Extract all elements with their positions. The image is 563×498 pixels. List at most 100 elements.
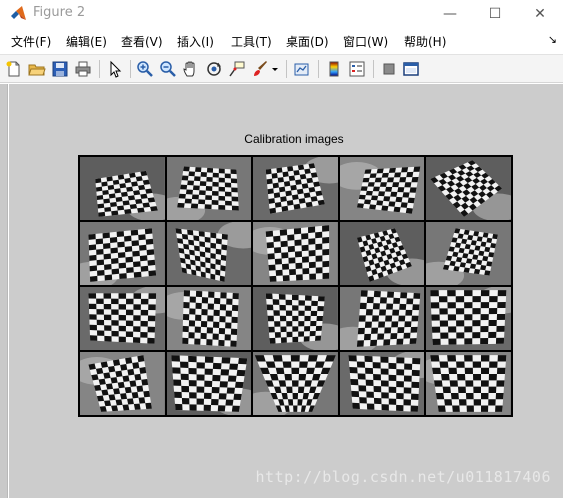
minimize-button[interactable]: — xyxy=(428,0,472,27)
calibration-image-thumbnail xyxy=(80,222,165,285)
checkerboard-image xyxy=(426,352,511,415)
minimize-icon: — xyxy=(443,5,457,22)
calibration-image-thumbnail xyxy=(426,222,511,285)
menu-window[interactable]: 窗口(W) xyxy=(343,33,388,50)
hide-plot-tools-icon xyxy=(383,63,395,75)
zoom-in-icon xyxy=(137,61,153,77)
save-button[interactable] xyxy=(49,58,71,80)
toolbar-separator xyxy=(130,60,131,78)
brush-dropdown-icon xyxy=(272,68,278,71)
matlab-logo-icon xyxy=(11,6,26,20)
open-file-button[interactable] xyxy=(26,58,48,80)
calibration-image-thumbnail xyxy=(426,157,511,220)
brush-dropdown-button[interactable] xyxy=(269,58,281,80)
menu-overflow-arrow-icon[interactable]: ↘ xyxy=(548,33,557,46)
checkerboard-image xyxy=(339,222,425,285)
watermark: http://blog.csdn.net/u011817406 xyxy=(255,468,551,486)
checkerboard-image xyxy=(166,222,252,285)
calibration-image-mosaic xyxy=(78,155,513,417)
calibration-image-thumbnail xyxy=(166,352,252,415)
data-cursor-icon xyxy=(229,61,245,77)
calibration-image-thumbnail xyxy=(253,157,338,220)
calibration-image-thumbnail xyxy=(339,352,425,415)
checkerboard-image xyxy=(80,222,165,285)
menu-bar: 文件(F) 编辑(E) 查看(V) 插入(I) 工具(T) 桌面(D) 窗口(W… xyxy=(0,30,563,52)
checkerboard-image xyxy=(80,352,165,415)
menu-view[interactable]: 查看(V) xyxy=(121,33,163,50)
legend-button[interactable] xyxy=(346,58,368,80)
figure-canvas: Calibration images http://blog.csdn.net/… xyxy=(9,84,563,498)
checkerboard-image xyxy=(253,157,338,220)
close-icon: ✕ xyxy=(534,5,546,22)
close-button[interactable]: ✕ xyxy=(518,0,562,27)
menu-tools[interactable]: 工具(T) xyxy=(231,33,272,50)
calibration-image-thumbnail xyxy=(253,287,338,350)
window-title: Figure 2 xyxy=(33,5,86,20)
zoom-out-button[interactable] xyxy=(157,58,179,80)
checkerboard-image xyxy=(80,287,165,350)
new-figure-icon xyxy=(6,61,20,77)
calibration-image-thumbnail xyxy=(339,287,425,350)
checkerboard-image xyxy=(339,157,425,220)
print-icon xyxy=(75,61,91,77)
menu-desktop[interactable]: 桌面(D) xyxy=(286,33,329,50)
calibration-image-thumbnail xyxy=(166,157,252,220)
open-file-icon xyxy=(28,64,46,76)
legend-icon xyxy=(349,61,365,77)
maximize-button[interactable]: ☐ xyxy=(473,0,517,27)
menu-file[interactable]: 文件(F) xyxy=(11,33,51,50)
link-plot-icon xyxy=(294,63,309,76)
colorbar-button[interactable] xyxy=(323,58,345,80)
checkerboard-image xyxy=(166,287,252,350)
checkerboard-image xyxy=(253,222,338,285)
calibration-image-thumbnail xyxy=(80,352,165,415)
show-plot-tools-icon xyxy=(403,62,419,76)
toolbar-separator xyxy=(286,60,287,78)
menu-help[interactable]: 帮助(H) xyxy=(404,33,446,50)
title-bar: Figure 2 — ☐ ✕ xyxy=(0,0,563,27)
menu-insert[interactable]: 插入(I) xyxy=(177,33,214,50)
edit-plot-button[interactable] xyxy=(104,58,126,80)
print-button[interactable] xyxy=(72,58,94,80)
pan-button[interactable] xyxy=(180,58,202,80)
brush-button[interactable] xyxy=(249,58,271,80)
calibration-image-thumbnail xyxy=(253,352,338,415)
link-plot-button[interactable] xyxy=(291,58,313,80)
figure-window: Figure 2 — ☐ ✕ 文件(F) 编辑(E) 查看(V) 插入(I) 工… xyxy=(0,0,563,498)
checkerboard-image xyxy=(426,287,511,350)
checkerboard-image xyxy=(339,352,425,415)
checkerboard-image xyxy=(80,157,165,220)
toolbar-separator xyxy=(99,60,100,78)
figure-toolbar xyxy=(0,54,563,83)
maximize-icon: ☐ xyxy=(488,5,502,22)
new-figure-button[interactable] xyxy=(3,58,25,80)
calibration-image-thumbnail xyxy=(166,222,252,285)
calibration-image-thumbnail xyxy=(166,287,252,350)
data-cursor-button[interactable] xyxy=(226,58,248,80)
show-plot-tools-button[interactable] xyxy=(400,58,422,80)
calibration-image-thumbnail xyxy=(339,222,425,285)
menu-edit[interactable]: 编辑(E) xyxy=(66,33,107,50)
hide-plot-tools-button[interactable] xyxy=(378,58,400,80)
checkerboard-image xyxy=(426,222,511,285)
rotate-3d-button[interactable] xyxy=(203,58,225,80)
colorbar-icon xyxy=(329,61,339,77)
zoom-out-icon xyxy=(160,61,176,77)
zoom-in-button[interactable] xyxy=(134,58,156,80)
checkerboard-image xyxy=(339,287,425,350)
calibration-image-thumbnail xyxy=(339,157,425,220)
brush-icon xyxy=(254,61,267,76)
checkerboard-image xyxy=(426,157,511,220)
pan-hand-icon xyxy=(183,61,195,77)
select-arrow-icon xyxy=(110,60,122,78)
left-edge-strip xyxy=(0,84,8,498)
calibration-image-thumbnail xyxy=(426,352,511,415)
calibration-image-thumbnail xyxy=(426,287,511,350)
checkerboard-image xyxy=(166,157,252,220)
toolbar-separator xyxy=(373,60,374,78)
rotate-3d-icon xyxy=(207,62,221,76)
save-icon xyxy=(52,61,68,77)
calibration-image-thumbnail xyxy=(80,287,165,350)
toolbar-separator xyxy=(318,60,319,78)
checkerboard-image xyxy=(253,287,338,350)
